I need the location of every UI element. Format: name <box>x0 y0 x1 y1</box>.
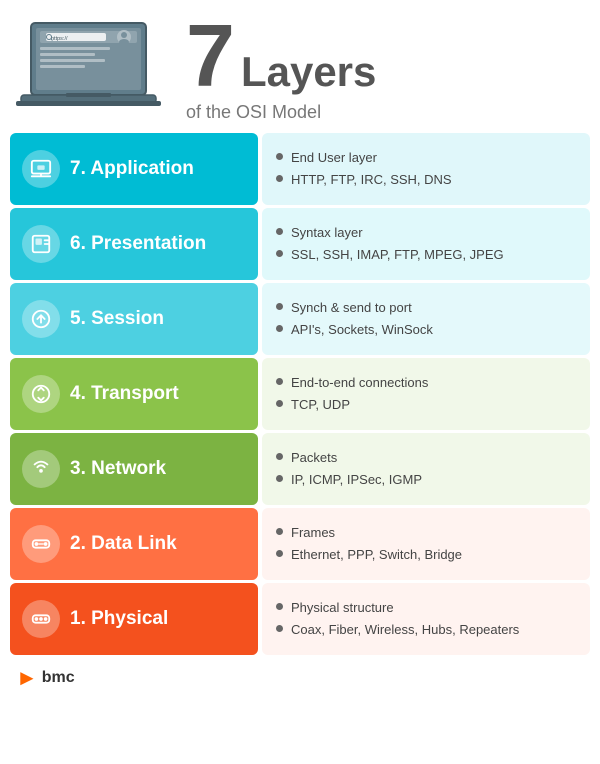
layer-row-5: 5. Session Synch & send to port API's, Soc… <box>10 283 590 355</box>
page-container: https:// <box>0 0 600 697</box>
layer-left-1: 1. Physical <box>10 583 258 655</box>
layer-name-4: 4. Transport <box>70 383 179 405</box>
title-layers: Layers <box>241 51 376 93</box>
layer-icon-4 <box>22 375 60 413</box>
bullet-dot <box>276 250 283 257</box>
bullet-dot <box>276 603 283 610</box>
title-area: 7 Layers of the OSI Model <box>176 12 376 123</box>
layer-row-4: 4. Transport End-to-end connections TCP, U… <box>10 358 590 430</box>
layer-right-1: Physical structure Coax, Fiber, Wireless,… <box>262 583 590 655</box>
layer-row-1: 1. Physical Physical structure Coax, Fiber… <box>10 583 590 655</box>
layer-icon-6 <box>22 225 60 263</box>
layer-row-7: 7. Application End User layer HTTP, FTP, I… <box>10 133 590 205</box>
bullet-text: Synch & send to port <box>291 299 412 317</box>
svg-text:https://: https:// <box>51 36 68 42</box>
bullet-text: End User layer <box>291 149 377 167</box>
bullet-text: IP, ICMP, IPSec, IGMP <box>291 471 422 489</box>
layer-row-3: 3. Network Packets IP, ICMP, IPSec, IGMP <box>10 433 590 505</box>
bmc-icon: ► <box>16 665 38 691</box>
layer-name-1: 1. Physical <box>70 608 168 630</box>
bullet-dot <box>276 453 283 460</box>
bullet-dot <box>276 475 283 482</box>
layer-right-4: End-to-end connections TCP, UDP <box>262 358 590 430</box>
layer-bullet: TCP, UDP <box>276 396 576 414</box>
layer-bullet: End User layer <box>276 149 576 167</box>
bullet-dot <box>276 325 283 332</box>
laptop-graphic: https:// <box>16 15 176 120</box>
title-subtitle: of the OSI Model <box>186 102 376 123</box>
layer-bullet: Syntax layer <box>276 224 576 242</box>
layer-right-2: Frames Ethernet, PPP, Switch, Bridge <box>262 508 590 580</box>
bullet-text: Physical structure <box>291 599 394 617</box>
layers-container: 7. Application End User layer HTTP, FTP, I… <box>0 129 600 659</box>
bullet-dot <box>276 175 283 182</box>
layer-left-7: 7. Application <box>10 133 258 205</box>
bullet-text: SSL, SSH, IMAP, FTP, MPEG, JPEG <box>291 246 504 264</box>
bullet-dot <box>276 528 283 535</box>
bullet-text: Packets <box>291 449 337 467</box>
title-number: 7 <box>186 12 235 100</box>
bullet-dot <box>276 303 283 310</box>
layer-left-6: 6. Presentation <box>10 208 258 280</box>
layer-row-2: 2. Data Link Frames Ethernet, PPP, Switch,… <box>10 508 590 580</box>
bullet-dot <box>276 153 283 160</box>
layer-bullet: SSL, SSH, IMAP, FTP, MPEG, JPEG <box>276 246 576 264</box>
layer-right-7: End User layer HTTP, FTP, IRC, SSH, DNS <box>262 133 590 205</box>
bullet-dot <box>276 400 283 407</box>
layer-row-6: 6. Presentation Syntax layer SSL, SSH, IMA… <box>10 208 590 280</box>
layer-bullet: Physical structure <box>276 599 576 617</box>
layer-left-2: 2. Data Link <box>10 508 258 580</box>
layer-right-3: Packets IP, ICMP, IPSec, IGMP <box>262 433 590 505</box>
bmc-logo: ► bmc <box>16 665 75 691</box>
layer-icon-1 <box>22 600 60 638</box>
bullet-text: Syntax layer <box>291 224 363 242</box>
layer-bullet: IP, ICMP, IPSec, IGMP <box>276 471 576 489</box>
layer-bullet: Frames <box>276 524 576 542</box>
layer-name-5: 5. Session <box>70 308 164 330</box>
layer-name-3: 3. Network <box>70 458 166 480</box>
bullet-dot <box>276 625 283 632</box>
layer-bullet: Synch & send to port <box>276 299 576 317</box>
layer-bullet: Ethernet, PPP, Switch, Bridge <box>276 546 576 564</box>
layer-name-2: 2. Data Link <box>70 533 177 555</box>
bullet-text: Coax, Fiber, Wireless, Hubs, Repeaters <box>291 621 519 639</box>
layer-bullet: API's, Sockets, WinSock <box>276 321 576 339</box>
layer-left-4: 4. Transport <box>10 358 258 430</box>
bullet-text: TCP, UDP <box>291 396 350 414</box>
layer-bullet: Packets <box>276 449 576 467</box>
bmc-text: bmc <box>42 669 75 687</box>
bullet-text: Ethernet, PPP, Switch, Bridge <box>291 546 462 564</box>
layer-icon-2 <box>22 525 60 563</box>
bullet-dot <box>276 228 283 235</box>
bullet-dot <box>276 378 283 385</box>
layer-bullet: HTTP, FTP, IRC, SSH, DNS <box>276 171 576 189</box>
layer-icon-3 <box>22 450 60 488</box>
layer-bullet: Coax, Fiber, Wireless, Hubs, Repeaters <box>276 621 576 639</box>
footer: ► bmc <box>0 659 600 697</box>
layer-right-6: Syntax layer SSL, SSH, IMAP, FTP, MPEG, J… <box>262 208 590 280</box>
layer-name-6: 6. Presentation <box>70 233 206 255</box>
layer-icon-5 <box>22 300 60 338</box>
bullet-dot <box>276 550 283 557</box>
layer-left-5: 5. Session <box>10 283 258 355</box>
layer-right-5: Synch & send to port API's, Sockets, WinS… <box>262 283 590 355</box>
layer-left-3: 3. Network <box>10 433 258 505</box>
bullet-text: End-to-end connections <box>291 374 428 392</box>
layer-name-7: 7. Application <box>70 158 194 180</box>
header: https:// <box>0 0 600 129</box>
layer-bullet: End-to-end connections <box>276 374 576 392</box>
bullet-text: API's, Sockets, WinSock <box>291 321 433 339</box>
bullet-text: Frames <box>291 524 335 542</box>
bullet-text: HTTP, FTP, IRC, SSH, DNS <box>291 171 452 189</box>
layer-icon-7 <box>22 150 60 188</box>
